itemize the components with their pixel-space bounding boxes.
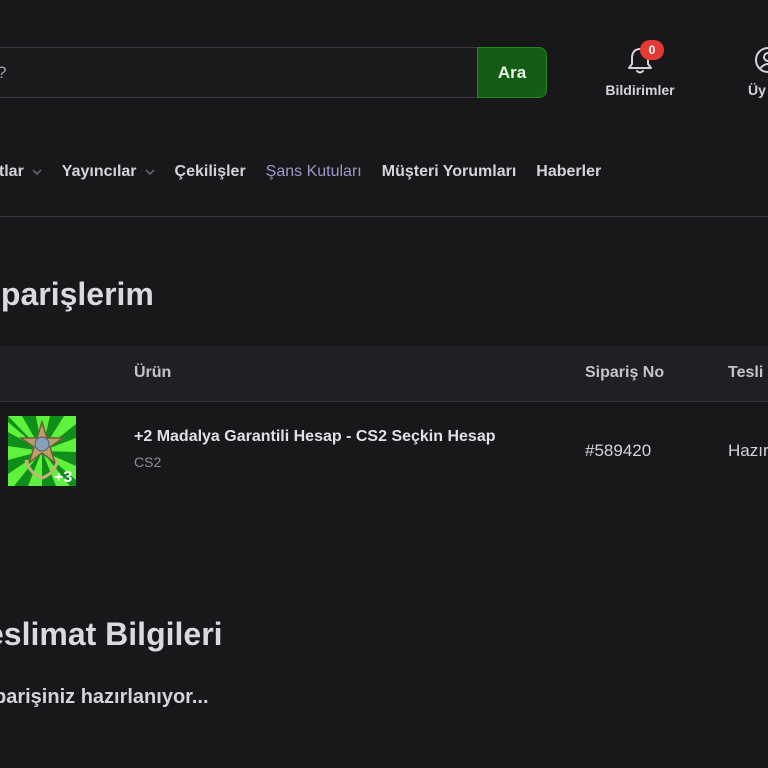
delivery-info-title: eslimat Bilgileri (0, 616, 223, 652)
chevron-down-icon (32, 169, 42, 175)
notification-count-badge: 0 (640, 40, 664, 60)
medal-plus-mark: +3 (54, 469, 72, 486)
page: ? Ara 0 Bildirimler Üy atlar Yayıncılar (0, 0, 768, 768)
nav-item-label: atlar (0, 163, 24, 180)
column-header-delivery: Tesli (728, 364, 764, 381)
nav-item-label: Şans Kutuları (265, 163, 362, 180)
product-category: CS2 (134, 454, 162, 470)
nav-item-cekilisler[interactable]: Çekilişler (175, 163, 246, 181)
search-bar: ? Ara (0, 47, 547, 98)
product-name[interactable]: +2 Madalya Garantili Hesap - CS2 Seçkin … (134, 428, 496, 446)
nav-divider (0, 216, 768, 217)
nav-item-label: Haberler (536, 163, 602, 180)
notifications-label: Bildirimler (605, 82, 675, 98)
chevron-down-icon (144, 169, 155, 175)
user-label: Üy (748, 82, 766, 98)
search-input-value: ? (0, 63, 6, 83)
notifications-button[interactable]: 0 Bildirimler (600, 40, 680, 100)
search-input[interactable]: ? (0, 47, 477, 98)
column-header-product: Ürün (134, 364, 172, 381)
nav-item-musteri-yorumlari[interactable]: Müşteri Yorumları (382, 163, 517, 181)
user-icon (755, 47, 768, 73)
column-header-order-no: Sipariş No (585, 364, 665, 381)
delivery-status: Hazır (728, 441, 768, 460)
search-button[interactable]: Ara (477, 47, 547, 98)
nav-item-sans-kutulari[interactable]: Şans Kutuları (266, 163, 362, 181)
user-account-button[interactable]: Üy (744, 44, 768, 104)
nav-item-label: Yayıncılar (61, 163, 137, 180)
nav-item-yayincilar[interactable]: Yayıncılar (62, 163, 155, 181)
medal-image: +3 (8, 416, 76, 486)
table-row[interactable]: +3 (0, 402, 768, 502)
nav-item-haberler[interactable]: Haberler (536, 163, 601, 181)
product-thumbnail[interactable]: +3 (8, 416, 76, 486)
delivery-message: parişiniz hazırlanıyor... (0, 686, 209, 708)
order-number: #589420 (585, 441, 652, 460)
main-nav: atlar Yayıncılar Çekilişler Şans Kutular… (0, 150, 621, 194)
nav-item-label: Müşteri Yorumları (381, 163, 517, 180)
orders-table-header: Ürün Sipariş No Tesli (0, 346, 768, 402)
nav-item-hesaplar[interactable]: atlar (0, 163, 42, 181)
nav-item-label: Çekilişler (174, 163, 246, 180)
orders-title: iparişlerim (0, 276, 154, 312)
